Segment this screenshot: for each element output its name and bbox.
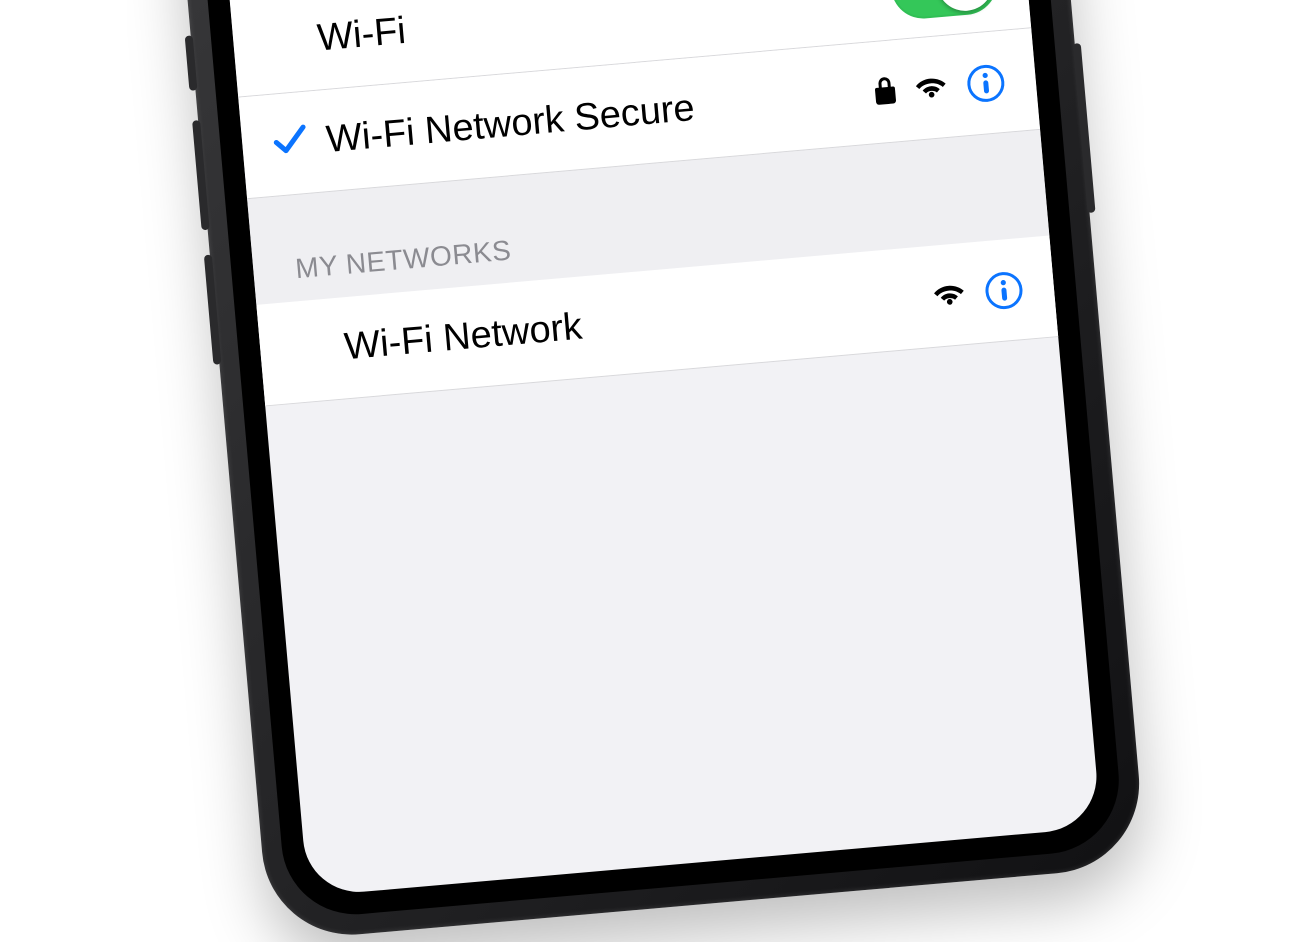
side-button-volume-down — [204, 254, 222, 364]
wifi-signal-icon — [912, 64, 950, 110]
iphone-device-frame: 9:41 Wi-Fi — [165, 0, 1146, 942]
checkmark-icon — [271, 119, 311, 168]
wifi-toggle-label: Wi-Fi — [316, 9, 408, 60]
screen: 9:41 Wi-Fi — [211, 0, 1101, 896]
wifi-signal-icon — [930, 272, 968, 318]
side-button-volume-up — [192, 120, 210, 230]
side-button-power — [1073, 42, 1096, 212]
lock-icon — [873, 71, 899, 116]
info-icon — [964, 61, 1007, 104]
known-network-name: Wi-Fi Network — [343, 305, 584, 369]
wifi-toggle-switch[interactable] — [888, 0, 999, 20]
info-icon — [982, 268, 1025, 311]
side-button-mute — [185, 35, 198, 90]
connected-network-name: Wi-Fi Network Secure — [324, 86, 696, 161]
network-info-button[interactable] — [982, 268, 1025, 311]
network-info-button[interactable] — [964, 61, 1007, 104]
